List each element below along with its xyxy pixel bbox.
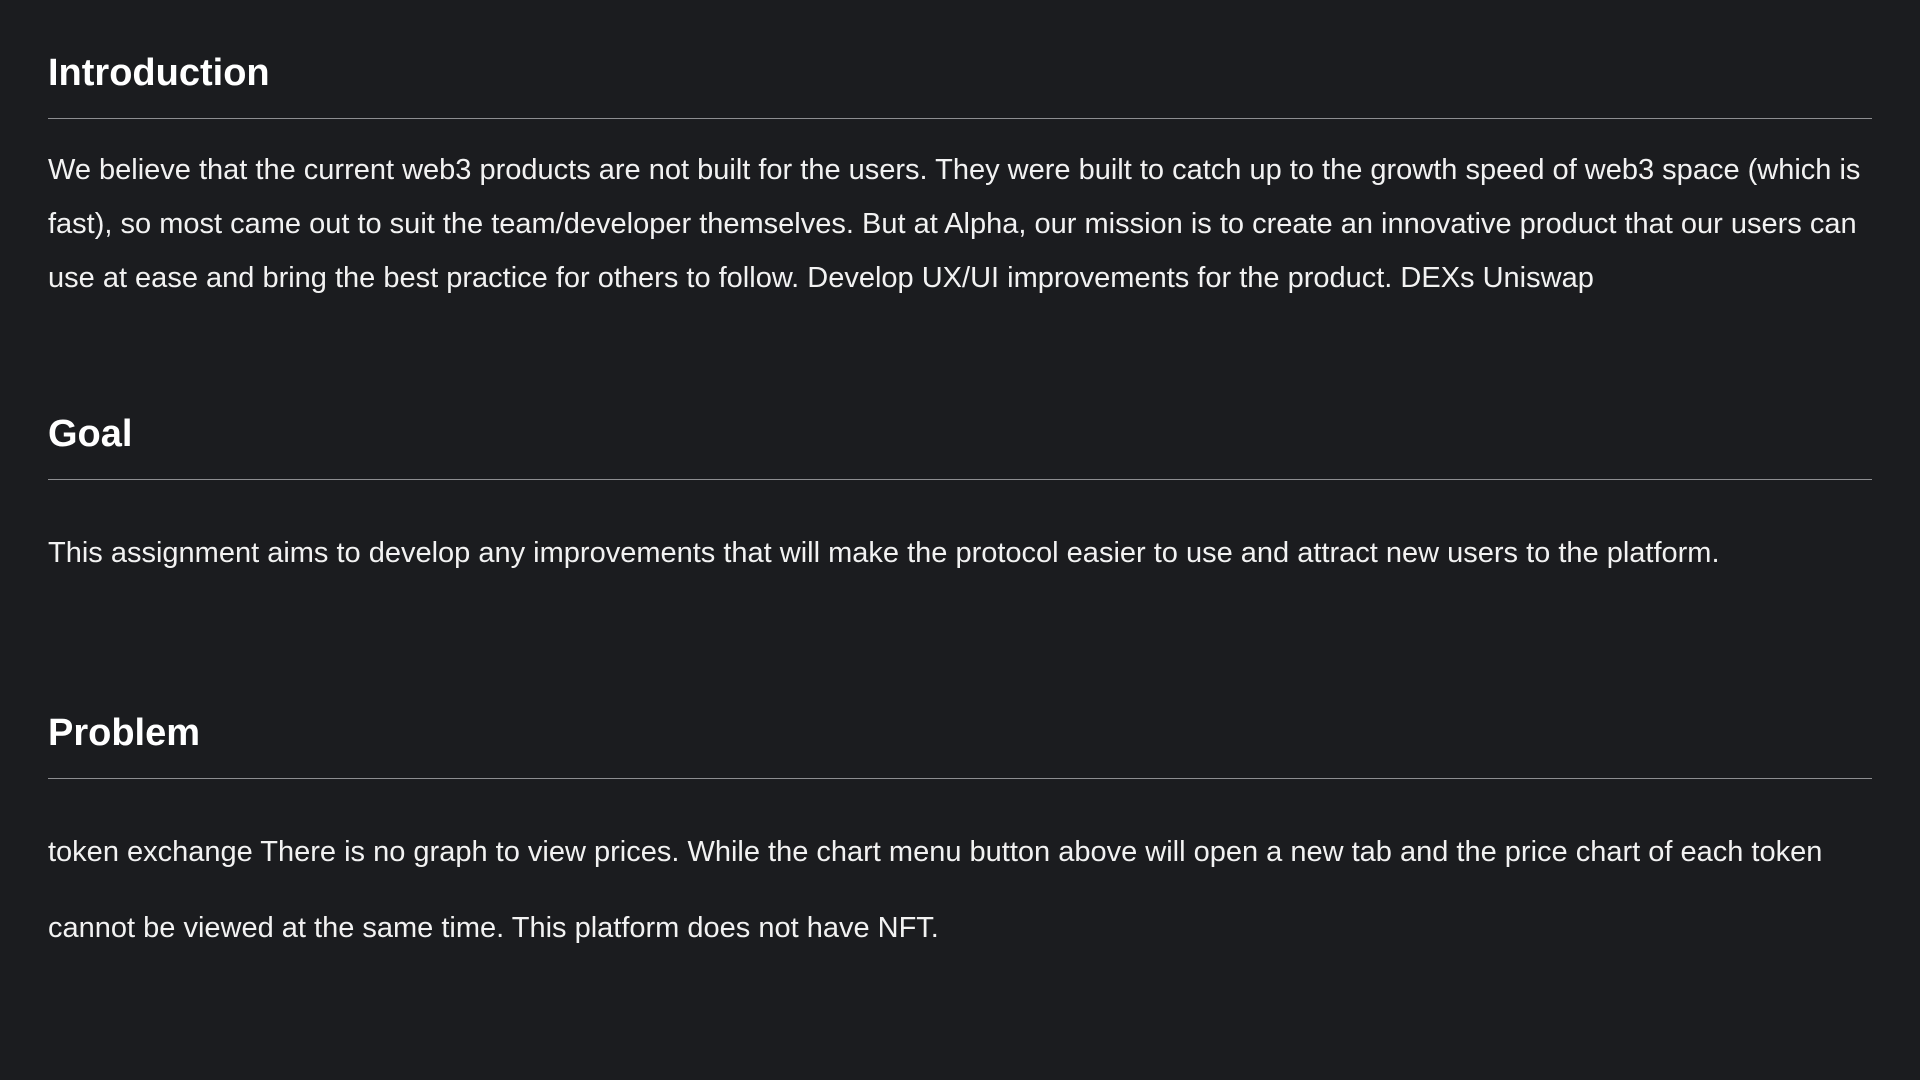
problem-paragraph: token exchange There is no graph to view… <box>48 836 1823 944</box>
introduction-divider <box>48 118 1872 119</box>
introduction-paragraph: We believe that the current web3 product… <box>48 154 1861 294</box>
problem-heading: Problem <box>48 712 201 754</box>
problem-section: Problem token exchange There is no graph… <box>48 712 1872 944</box>
problem-divider <box>48 778 1872 779</box>
document-page: Introduction We believe that the current… <box>0 0 1920 1080</box>
goal-divider <box>48 479 1872 480</box>
introduction-heading: Introduction <box>48 52 270 94</box>
goal-heading: Goal <box>48 413 133 455</box>
goal-section: Goal This assignment aims to develop any… <box>48 413 1872 569</box>
introduction-section: Introduction We believe that the current… <box>48 52 1872 294</box>
goal-paragraph: This assignment aims to develop any impr… <box>48 537 1720 569</box>
